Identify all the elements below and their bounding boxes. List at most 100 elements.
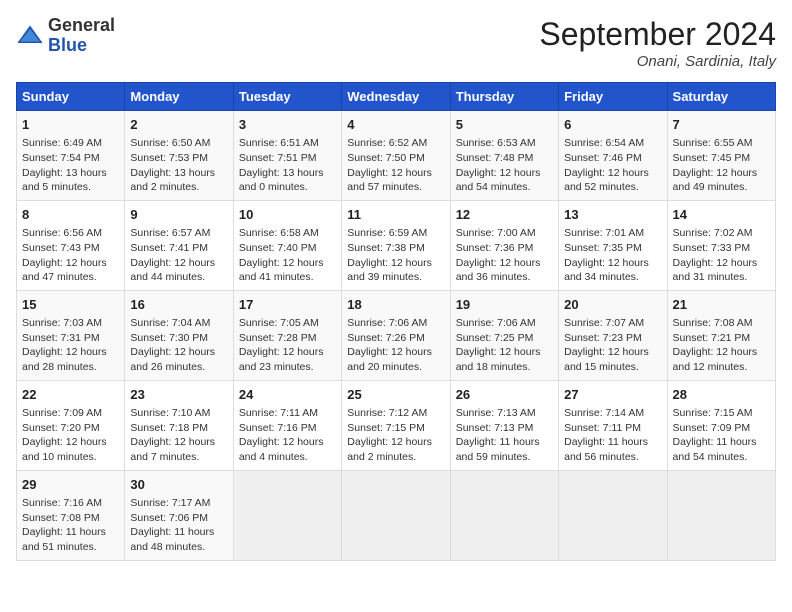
day-number: 3 (239, 116, 336, 134)
calendar-cell: 14Sunrise: 7:02 AMSunset: 7:33 PMDayligh… (667, 200, 775, 290)
day-info: Sunrise: 7:06 AMSunset: 7:26 PMDaylight:… (347, 316, 444, 375)
day-number: 25 (347, 386, 444, 404)
day-number: 6 (564, 116, 661, 134)
day-info: Sunrise: 7:00 AMSunset: 7:36 PMDaylight:… (456, 226, 553, 285)
calendar-cell (342, 470, 450, 560)
title-block: September 2024 Onani, Sardinia, Italy (539, 16, 776, 70)
calendar-cell: 16 Sunrise: 7:04 AMSunset: 7:30 PMDayligh… (125, 290, 233, 380)
column-header-wednesday: Wednesday (342, 83, 450, 111)
calendar-cell: 4 Sunrise: 6:52 AMSunset: 7:50 PMDaylight… (342, 111, 450, 201)
column-header-monday: Monday (125, 83, 233, 111)
day-info: Sunrise: 7:16 AMSunset: 7:08 PMDaylight:… (22, 496, 119, 555)
calendar-cell: 15Sunrise: 7:03 AMSunset: 7:31 PMDayligh… (17, 290, 125, 380)
column-header-saturday: Saturday (667, 83, 775, 111)
column-header-tuesday: Tuesday (233, 83, 341, 111)
day-info: Sunrise: 7:10 AMSunset: 7:18 PMDaylight:… (130, 406, 227, 465)
logo-icon (16, 22, 44, 50)
calendar-cell: 18 Sunrise: 7:06 AMSunset: 7:26 PMDayligh… (342, 290, 450, 380)
calendar-cell: 3 Sunrise: 6:51 AMSunset: 7:51 PMDaylight… (233, 111, 341, 201)
day-number: 19 (456, 296, 553, 314)
day-number: 17 (239, 296, 336, 314)
day-number: 13 (564, 206, 661, 224)
calendar-cell: 2Sunrise: 6:50 AMSunset: 7:53 PMDaylight… (125, 111, 233, 201)
calendar-cell: 7 Sunrise: 6:55 AMSunset: 7:45 PMDaylight… (667, 111, 775, 201)
day-info: Sunrise: 6:55 AMSunset: 7:45 PMDaylight:… (673, 136, 770, 195)
day-info: Sunrise: 7:01 AMSunset: 7:35 PMDaylight:… (564, 226, 661, 285)
calendar-cell: 30 Sunrise: 7:17 AMSunset: 7:06 PMDayligh… (125, 470, 233, 560)
day-info: Sunrise: 7:12 AMSunset: 7:15 PMDaylight:… (347, 406, 444, 465)
calendar-cell (450, 470, 558, 560)
calendar-cell (233, 470, 341, 560)
calendar-cell: 24 Sunrise: 7:11 AMSunset: 7:16 PMDayligh… (233, 380, 341, 470)
calendar-cell: 28Sunrise: 7:15 AMSunset: 7:09 PMDayligh… (667, 380, 775, 470)
calendar-cell: 1 Sunrise: 6:49 AMSunset: 7:54 PMDaylight… (17, 111, 125, 201)
day-number: 28 (673, 386, 770, 404)
calendar-cell (559, 470, 667, 560)
calendar-cell: 19 Sunrise: 7:06 AMSunset: 7:25 PMDayligh… (450, 290, 558, 380)
day-number: 5 (456, 116, 553, 134)
calendar-cell: 23 Sunrise: 7:10 AMSunset: 7:18 PMDayligh… (125, 380, 233, 470)
calendar-cell: 29 Sunrise: 7:16 AMSunset: 7:08 PMDayligh… (17, 470, 125, 560)
day-number: 16 (130, 296, 227, 314)
day-number: 1 (22, 116, 119, 134)
calendar-week-3: 15Sunrise: 7:03 AMSunset: 7:31 PMDayligh… (17, 290, 776, 380)
day-info: Sunrise: 7:05 AMSunset: 7:28 PMDaylight:… (239, 316, 336, 375)
calendar-table: SundayMondayTuesdayWednesdayThursdayFrid… (16, 82, 776, 561)
day-info: Sunrise: 7:06 AMSunset: 7:25 PMDaylight:… (456, 316, 553, 375)
day-info: Sunrise: 6:52 AMSunset: 7:50 PMDaylight:… (347, 136, 444, 195)
day-number: 18 (347, 296, 444, 314)
day-number: 20 (564, 296, 661, 314)
day-number: 30 (130, 476, 227, 494)
column-header-thursday: Thursday (450, 83, 558, 111)
day-info: Sunrise: 7:03 AMSunset: 7:31 PMDaylight:… (22, 316, 119, 375)
logo: General Blue (16, 16, 115, 56)
calendar-week-5: 29 Sunrise: 7:16 AMSunset: 7:08 PMDayligh… (17, 470, 776, 560)
day-number: 24 (239, 386, 336, 404)
day-info: Sunrise: 7:13 AMSunset: 7:13 PMDaylight:… (456, 406, 553, 465)
calendar-cell: 17 Sunrise: 7:05 AMSunset: 7:28 PMDayligh… (233, 290, 341, 380)
calendar-cell: 6Sunrise: 6:54 AMSunset: 7:46 PMDaylight… (559, 111, 667, 201)
column-headers: SundayMondayTuesdayWednesdayThursdayFrid… (17, 83, 776, 111)
day-info: Sunrise: 6:58 AMSunset: 7:40 PMDaylight:… (239, 226, 336, 285)
day-info: Sunrise: 7:11 AMSunset: 7:16 PMDaylight:… (239, 406, 336, 465)
calendar-cell: 22Sunrise: 7:09 AMSunset: 7:20 PMDayligh… (17, 380, 125, 470)
calendar-week-2: 8Sunrise: 6:56 AMSunset: 7:43 PMDaylight… (17, 200, 776, 290)
page-header: General Blue September 2024 Onani, Sardi… (16, 16, 776, 70)
calendar-cell (667, 470, 775, 560)
day-info: Sunrise: 7:14 AMSunset: 7:11 PMDaylight:… (564, 406, 661, 465)
calendar-cell: 27 Sunrise: 7:14 AMSunset: 7:11 PMDayligh… (559, 380, 667, 470)
day-info: Sunrise: 7:17 AMSunset: 7:06 PMDaylight:… (130, 496, 227, 555)
day-number: 7 (673, 116, 770, 134)
calendar-cell: 8Sunrise: 6:56 AMSunset: 7:43 PMDaylight… (17, 200, 125, 290)
calendar-week-1: 1 Sunrise: 6:49 AMSunset: 7:54 PMDaylight… (17, 111, 776, 201)
day-number: 12 (456, 206, 553, 224)
logo-blue-text: Blue (48, 35, 87, 55)
column-header-friday: Friday (559, 83, 667, 111)
day-info: Sunrise: 7:07 AMSunset: 7:23 PMDaylight:… (564, 316, 661, 375)
calendar-cell: 13 Sunrise: 7:01 AMSunset: 7:35 PMDayligh… (559, 200, 667, 290)
calendar-cell: 25 Sunrise: 7:12 AMSunset: 7:15 PMDayligh… (342, 380, 450, 470)
day-info: Sunrise: 6:50 AMSunset: 7:53 PMDaylight:… (130, 136, 227, 195)
day-info: Sunrise: 6:57 AMSunset: 7:41 PMDaylight:… (130, 226, 227, 285)
day-number: 27 (564, 386, 661, 404)
calendar-cell: 20 Sunrise: 7:07 AMSunset: 7:23 PMDayligh… (559, 290, 667, 380)
calendar-cell: 9 Sunrise: 6:57 AMSunset: 7:41 PMDaylight… (125, 200, 233, 290)
day-number: 14 (673, 206, 770, 224)
day-info: Sunrise: 6:56 AMSunset: 7:43 PMDaylight:… (22, 226, 119, 285)
calendar-week-4: 22Sunrise: 7:09 AMSunset: 7:20 PMDayligh… (17, 380, 776, 470)
day-number: 29 (22, 476, 119, 494)
day-number: 9 (130, 206, 227, 224)
day-info: Sunrise: 7:04 AMSunset: 7:30 PMDaylight:… (130, 316, 227, 375)
day-number: 23 (130, 386, 227, 404)
day-number: 11 (347, 206, 444, 224)
day-info: Sunrise: 6:49 AMSunset: 7:54 PMDaylight:… (22, 136, 119, 195)
day-number: 4 (347, 116, 444, 134)
day-number: 21 (673, 296, 770, 314)
day-number: 22 (22, 386, 119, 404)
calendar-cell: 12 Sunrise: 7:00 AMSunset: 7:36 PMDayligh… (450, 200, 558, 290)
column-header-sunday: Sunday (17, 83, 125, 111)
location: Onani, Sardinia, Italy (539, 53, 776, 70)
day-number: 10 (239, 206, 336, 224)
day-info: Sunrise: 6:53 AMSunset: 7:48 PMDaylight:… (456, 136, 553, 195)
day-info: Sunrise: 6:51 AMSunset: 7:51 PMDaylight:… (239, 136, 336, 195)
